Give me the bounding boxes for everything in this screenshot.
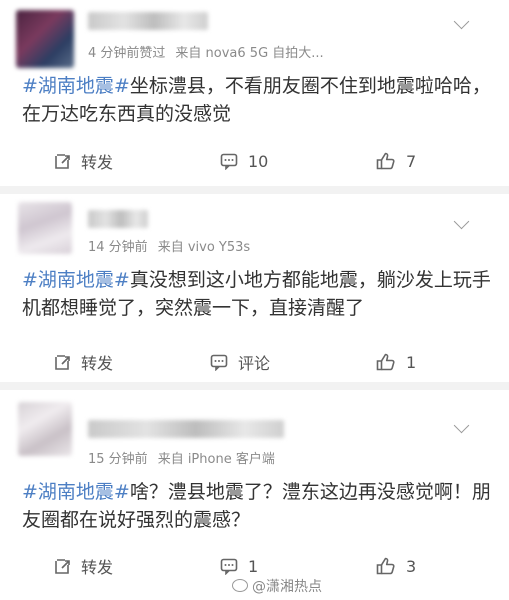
post-meta: 4 分钟前赞过 来自 nova6 5G 自拍大... (88, 42, 334, 61)
comment-button[interactable]: 10 (220, 143, 268, 179)
thumbs-up-icon (376, 152, 395, 170)
repost-label: 转发 (81, 153, 114, 172)
repost-button[interactable]: 转发 (54, 548, 113, 584)
like-count: 1 (406, 352, 417, 372)
post-source: 来自 nova6 5G 自拍大... (175, 46, 324, 61)
repost-icon (55, 354, 70, 370)
comment-icon (210, 354, 228, 371)
comment-icon (220, 558, 238, 575)
post-meta: 14 分钟前 来自 vivo Y53s (88, 236, 260, 255)
post-time: 15 分钟前 (88, 452, 148, 467)
watermark-text: @潇湘热点 (252, 579, 322, 595)
thumbs-up-icon (376, 353, 395, 371)
post-card: 4 分钟前赞过 来自 nova6 5G 自拍大... #湖南地震#坐标澧县，不看朋… (0, 0, 509, 186)
action-bar: 转发 10 7 (0, 143, 509, 179)
like-count: 7 (406, 151, 417, 171)
repost-button[interactable]: 转发 (54, 143, 113, 179)
like-count: 3 (406, 556, 417, 576)
comment-label: 评论 (238, 354, 271, 373)
repost-icon (55, 558, 70, 574)
thumbs-up-icon (376, 557, 395, 575)
post-text: #湖南地震#坐标澧县，不看朋友圈不住到地震啦哈哈，在万达吃东西真的没感觉 (22, 72, 492, 128)
hashtag-link[interactable]: #湖南地震# (22, 269, 130, 291)
avatar[interactable] (18, 202, 72, 254)
avatar[interactable] (16, 10, 74, 68)
like-button[interactable]: 3 (376, 548, 416, 584)
post-time: 14 分钟前 (88, 240, 148, 255)
post-text: #湖南地震#啥？澧县地震了？澧东这边再没感觉啊！朋友圈都在说好强烈的震感？ (22, 478, 492, 534)
repost-label: 转发 (81, 558, 114, 577)
divider (0, 382, 509, 390)
repost-label: 转发 (81, 354, 114, 373)
post-card: 15 分钟前 来自 iPhone 客户端 #湖南地震#啥？澧县地震了？澧东这边再没… (0, 390, 509, 600)
divider (0, 186, 509, 194)
repost-button[interactable]: 转发 (54, 344, 113, 380)
avatar[interactable] (18, 402, 72, 456)
username-blurred[interactable] (88, 420, 284, 438)
hashtag-link[interactable]: #湖南地震# (22, 75, 130, 97)
watermark: @潇湘热点 (232, 576, 322, 596)
like-button[interactable]: 7 (376, 143, 416, 179)
weibo-logo-icon (232, 579, 248, 592)
post-source: 来自 iPhone 客户端 (157, 452, 275, 467)
chevron-down-icon[interactable] (453, 417, 470, 434)
post-text: #湖南地震#真没想到这小地方都能地震，躺沙发上玩手机都想睡觉了，突然震一下，直接… (22, 266, 492, 322)
repost-icon (55, 153, 70, 169)
comment-count: 1 (248, 556, 259, 576)
post-source: 来自 vivo Y53s (157, 240, 251, 255)
like-button[interactable]: 1 (376, 344, 416, 380)
comment-count: 10 (248, 151, 269, 171)
comment-icon (220, 153, 238, 170)
username-blurred[interactable] (88, 12, 208, 30)
post-card: 14 分钟前 来自 vivo Y53s #湖南地震#真没想到这小地方都能地震，躺沙… (0, 194, 509, 382)
post-meta: 15 分钟前 来自 iPhone 客户端 (88, 448, 285, 467)
chevron-down-icon[interactable] (453, 213, 470, 230)
chevron-down-icon[interactable] (453, 13, 470, 30)
comment-button[interactable]: 评论 (210, 344, 270, 380)
post-time: 4 分钟前赞过 (88, 46, 166, 61)
action-bar: 转发 评论 1 (0, 344, 509, 380)
username-blurred[interactable] (88, 210, 148, 228)
hashtag-link[interactable]: #湖南地震# (22, 481, 130, 503)
